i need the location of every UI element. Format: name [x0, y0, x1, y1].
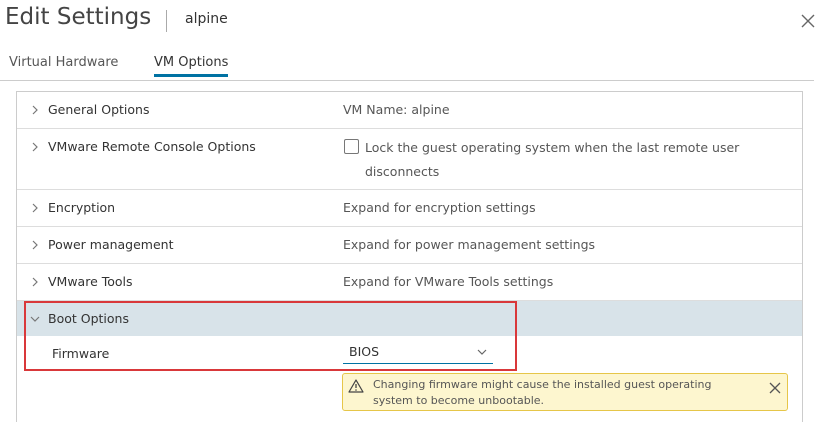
- row-label: VMware Remote Console Options: [48, 139, 256, 154]
- row-general-options[interactable]: General Options VM Name: alpine: [17, 92, 802, 129]
- firmware-warning-alert: Changing firmware might cause the instal…: [342, 373, 788, 411]
- chevron-right-icon: [32, 203, 38, 213]
- row-value: Expand for encryption settings: [343, 200, 536, 215]
- vm-name: alpine: [185, 11, 228, 27]
- row-label: Encryption: [48, 200, 116, 215]
- chevron-right-icon: [32, 105, 38, 115]
- close-icon: [769, 382, 781, 394]
- chevron-right-icon: [32, 142, 38, 152]
- close-icon: [801, 14, 815, 28]
- warning-close-button[interactable]: [769, 379, 781, 394]
- boot-options-highlight: [24, 301, 517, 371]
- warning-icon: [348, 379, 364, 393]
- warning-text: Changing firmware might cause the instal…: [373, 378, 712, 407]
- tab-bar: Virtual Hardware VM Options: [0, 50, 814, 81]
- chevron-right-icon: [32, 277, 38, 287]
- dialog-header: Edit Settings alpine: [0, 0, 821, 44]
- row-value: VM Name: alpine: [343, 102, 450, 117]
- row-power-management[interactable]: Power management Expand for power manage…: [17, 227, 802, 264]
- chevron-right-icon: [32, 240, 38, 250]
- lock-guest-os-checkbox[interactable]: [344, 139, 359, 154]
- tab-virtual-hardware[interactable]: Virtual Hardware: [9, 55, 118, 77]
- row-label: General Options: [48, 102, 150, 117]
- close-button[interactable]: [798, 11, 818, 31]
- row-value: Expand for power management settings: [343, 237, 596, 252]
- lock-guest-os-label: Lock the guest operating system when the…: [365, 140, 740, 179]
- tab-vm-options[interactable]: VM Options: [154, 55, 229, 77]
- row-value: Expand for VMware Tools settings: [343, 274, 554, 289]
- dialog-title: Edit Settings: [5, 4, 152, 30]
- row-vmware-tools[interactable]: VMware Tools Expand for VMware Tools set…: [17, 264, 802, 301]
- row-label: Power management: [48, 237, 174, 252]
- title-separator: [166, 10, 167, 32]
- row-label: VMware Tools: [48, 274, 133, 289]
- row-encryption[interactable]: Encryption Expand for encryption setting…: [17, 190, 802, 227]
